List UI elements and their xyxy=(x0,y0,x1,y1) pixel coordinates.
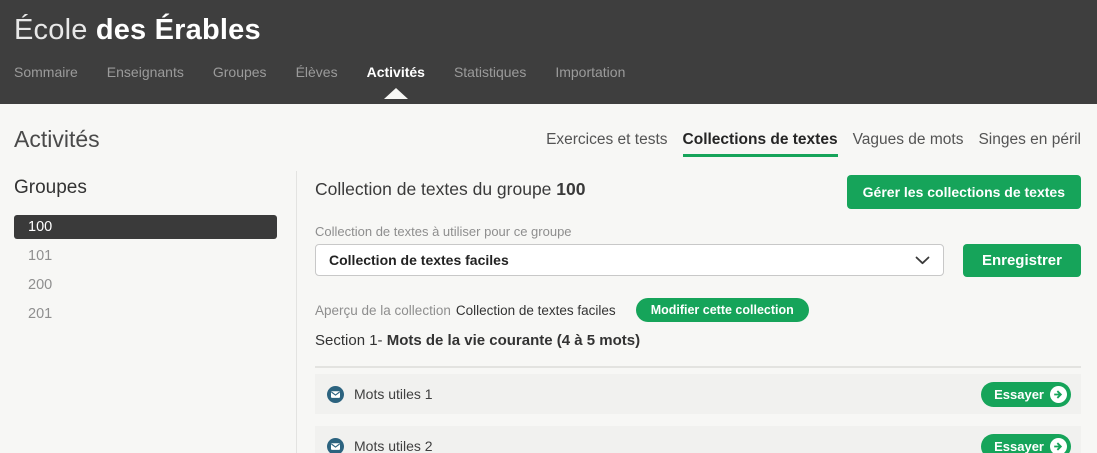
main-head: Collection de textes du groupe 100 Gérer… xyxy=(315,175,1081,209)
main-nav: Sommaire Enseignants Groupes Élèves Acti… xyxy=(0,47,1097,80)
collection-select-label: Collection de textes à utiliser pour ce … xyxy=(315,224,1081,239)
arrow-right-circle-icon xyxy=(1050,438,1067,453)
arrow-right-circle-icon xyxy=(1050,386,1067,403)
nav-item-activites[interactable]: Activités xyxy=(367,64,425,80)
tab-exercices-et-tests[interactable]: Exercices et tests xyxy=(546,131,667,157)
group-item-201[interactable]: 201 xyxy=(14,302,277,326)
content: Groupes 100 101 200 201 Collection de te… xyxy=(14,171,1081,453)
activity-list: Mots utiles 1 Essayer Mots utiles 2 Es xyxy=(315,366,1081,453)
collection-heading-text: Collection de textes du groupe xyxy=(315,179,551,199)
collection-heading: Collection de textes du groupe 100 xyxy=(315,175,585,200)
app-header: École des Érables Sommaire Enseignants G… xyxy=(0,0,1097,104)
nav-item-importation[interactable]: Importation xyxy=(555,64,625,80)
try-button[interactable]: Essayer xyxy=(981,382,1071,407)
try-button[interactable]: Essayer xyxy=(981,434,1071,453)
nav-item-sommaire[interactable]: Sommaire xyxy=(14,64,78,80)
activity-label: Mots utiles 2 xyxy=(354,438,433,453)
sidebar-title: Groupes xyxy=(14,177,277,199)
modify-collection-button[interactable]: Modifier cette collection xyxy=(636,298,809,322)
tab-vagues-de-mots[interactable]: Vagues de mots xyxy=(853,131,964,157)
group-item-101[interactable]: 101 xyxy=(14,244,277,268)
section-heading: Section 1- Mots de la vie courante (4 à … xyxy=(315,332,1081,349)
collection-heading-group: 100 xyxy=(556,179,585,199)
brand-light: École xyxy=(14,14,88,46)
activity-row: Mots utiles 2 Essayer xyxy=(315,426,1081,453)
page-body: Activités Exercices et tests Collections… xyxy=(0,104,1097,453)
preview-row: Aperçu de la collection Collection de te… xyxy=(315,298,1081,322)
chevron-down-icon xyxy=(915,256,930,265)
main-panel: Collection de textes du groupe 100 Gérer… xyxy=(297,171,1081,453)
preview-collection-name: Collection de textes faciles xyxy=(456,303,616,318)
nav-item-statistiques[interactable]: Statistiques xyxy=(454,64,526,80)
page-title: Activités xyxy=(14,126,100,157)
nav-item-groupes[interactable]: Groupes xyxy=(213,64,267,80)
text-collection-icon xyxy=(327,438,344,453)
save-button[interactable]: Enregistrer xyxy=(963,244,1081,277)
section-title: Mots de la vie courante (4 à 5 mots) xyxy=(387,332,640,349)
brand-bold: des Érables xyxy=(96,14,261,46)
collection-select[interactable]: Collection de textes faciles xyxy=(315,244,944,276)
group-item-100[interactable]: 100 xyxy=(14,215,277,239)
school-brand: École des Érables xyxy=(0,0,1097,47)
nav-item-enseignants[interactable]: Enseignants xyxy=(107,64,184,80)
try-button-label: Essayer xyxy=(994,439,1044,453)
section-prefix: Section 1- xyxy=(315,332,383,349)
text-collection-icon xyxy=(327,386,344,403)
preview-prefix: Aperçu de la collection xyxy=(315,303,451,318)
try-button-label: Essayer xyxy=(994,387,1044,402)
collection-select-value: Collection de textes faciles xyxy=(329,252,509,268)
manage-collections-button[interactable]: Gérer les collections de textes xyxy=(847,175,1081,209)
tab-singes-en-peril[interactable]: Singes en péril xyxy=(978,131,1081,157)
select-row: Collection de textes faciles Enregistrer xyxy=(315,244,1081,277)
activity-label: Mots utiles 1 xyxy=(354,386,433,402)
activity-tabs: Exercices et tests Collections de textes… xyxy=(546,131,1081,157)
tab-collections-de-textes[interactable]: Collections de textes xyxy=(683,131,838,157)
groups-sidebar: Groupes 100 101 200 201 xyxy=(14,171,297,453)
nav-item-eleves[interactable]: Élèves xyxy=(296,64,338,80)
group-item-200[interactable]: 200 xyxy=(14,273,277,297)
page-head: Activités Exercices et tests Collections… xyxy=(14,104,1081,157)
activity-row: Mots utiles 1 Essayer xyxy=(315,374,1081,414)
